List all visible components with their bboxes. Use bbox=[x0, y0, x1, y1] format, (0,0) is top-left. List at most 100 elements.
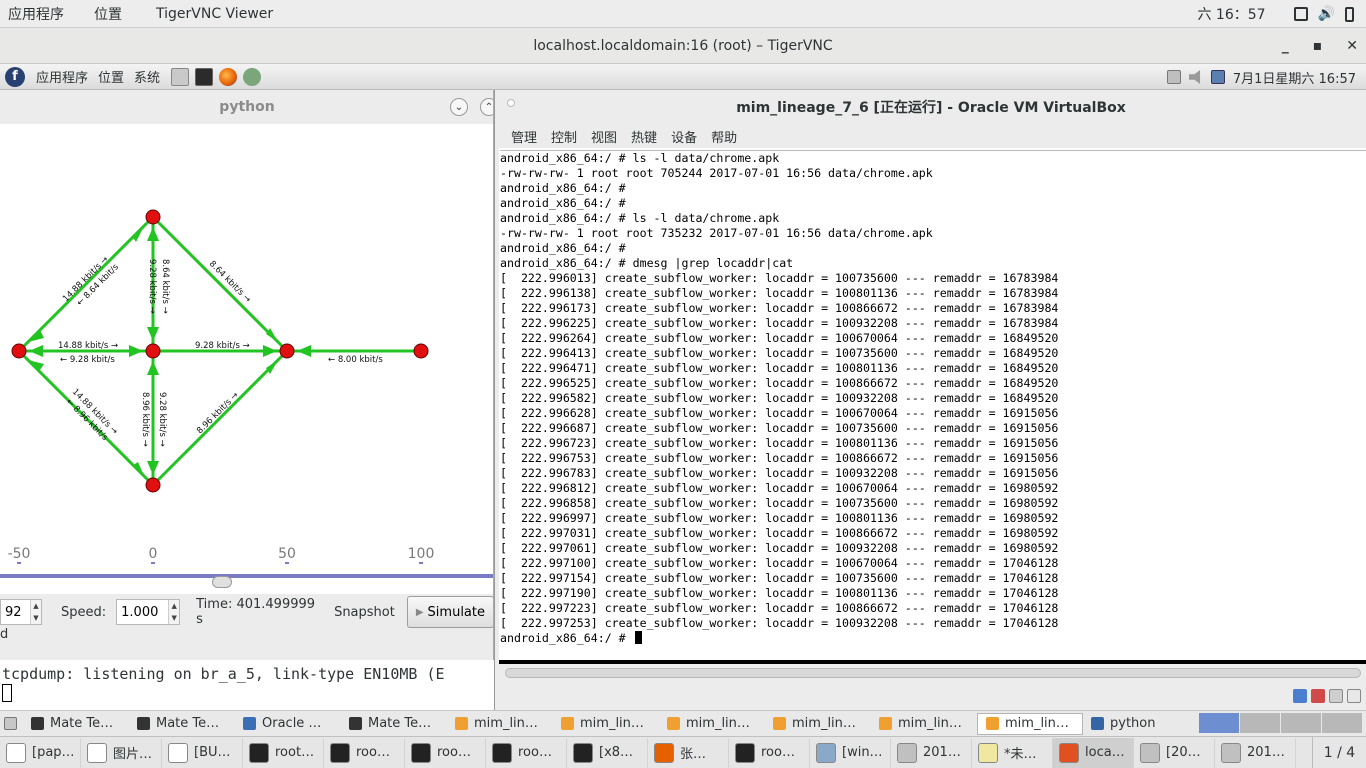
workspace-1[interactable] bbox=[1199, 713, 1239, 733]
applications-menu[interactable]: 应用程序 bbox=[0, 4, 72, 24]
chevron-down-icon[interactable]: ⌄ bbox=[450, 98, 468, 116]
firefox-launcher-icon[interactable] bbox=[219, 67, 238, 86]
taskbar-item[interactable]: Oracle … bbox=[235, 713, 341, 735]
guest-console[interactable]: android_x86_64:/ # ls -l data/chrome.apk… bbox=[499, 148, 1366, 660]
maximize-button[interactable]: ▪ bbox=[1313, 38, 1323, 54]
image-viewer-icon bbox=[1221, 742, 1241, 763]
speed-spinbox[interactable]: ▲▼ bbox=[116, 599, 181, 625]
partial-spinbox-input[interactable] bbox=[1, 600, 30, 624]
horizontal-scrollbar[interactable] bbox=[499, 664, 1366, 682]
host-taskbar-item[interactable]: [win… bbox=[810, 737, 891, 768]
host-taskbar-item[interactable]: 201… bbox=[891, 737, 972, 768]
zoom-slider-handle[interactable] bbox=[212, 576, 232, 588]
host-taskbar-item[interactable]: roo… bbox=[405, 737, 486, 768]
host-taskbar-item[interactable]: [x8… bbox=[567, 737, 648, 768]
host-key-icon[interactable] bbox=[1347, 689, 1361, 703]
network-tool-icon[interactable] bbox=[243, 67, 262, 86]
screen-icon[interactable] bbox=[1293, 7, 1308, 21]
spin-arrows-icon[interactable]: ▲ ▼ bbox=[30, 600, 41, 624]
vnc-icon bbox=[1059, 742, 1079, 763]
taskbar-item-label: mim_lin… bbox=[474, 716, 538, 731]
host-taskbar-item[interactable]: 201… bbox=[1215, 737, 1296, 768]
partial-spinbox[interactable]: ▲▼ bbox=[0, 599, 42, 625]
window-list-items: Mate Te… Mate Te… Oracle … Mate Te… mim_lin…… bbox=[23, 712, 1189, 735]
arrowhead bbox=[28, 330, 44, 342]
volume-icon[interactable] bbox=[1188, 70, 1201, 84]
keyboard-icon[interactable] bbox=[1166, 70, 1181, 84]
host-taskbar-item[interactable]: loca… bbox=[1053, 737, 1134, 768]
network-icon[interactable] bbox=[1210, 70, 1225, 84]
taskbar-item[interactable]: Mate Te… bbox=[23, 713, 129, 735]
simulate-button[interactable]: ▶ Simulate bbox=[406, 596, 493, 628]
taskbar-item[interactable]: mim_lin… bbox=[765, 713, 871, 735]
host-taskbar-item[interactable]: roo… bbox=[486, 737, 567, 768]
edge-label: 8.64 kbit/s → bbox=[160, 259, 170, 314]
remote-datetime[interactable]: 7月1日星期六 16:57 bbox=[1233, 68, 1356, 87]
close-button[interactable]: ✕ bbox=[1346, 38, 1358, 54]
show-desktop-icon[interactable] bbox=[4, 717, 17, 730]
menu-view[interactable]: 视图 bbox=[591, 127, 617, 146]
remote-system-menu[interactable]: 系统 bbox=[129, 67, 165, 86]
terminal-launcher-icon[interactable] bbox=[195, 67, 214, 86]
volume-icon[interactable]: 🔊 bbox=[1318, 6, 1335, 22]
host-taskbar-item[interactable]: [20… bbox=[1134, 737, 1215, 768]
taskbar-item-label: mim_lin… bbox=[686, 716, 750, 731]
workspace-2[interactable] bbox=[1240, 713, 1280, 733]
simulate-label: Simulate bbox=[427, 604, 485, 620]
battery-icon[interactable] bbox=[1345, 6, 1354, 22]
node-far-right bbox=[413, 343, 429, 359]
network-status-icon[interactable] bbox=[1293, 689, 1307, 703]
console-line: [ 222.996173] create_subflow_worker: loc… bbox=[500, 301, 1059, 315]
clock[interactable]: 六 16：57 bbox=[1197, 4, 1265, 24]
menu-manage[interactable]: 管理 bbox=[511, 127, 537, 146]
host-taskbar-item[interactable]: 图片… bbox=[81, 737, 162, 768]
remote-places-menu[interactable]: 位置 bbox=[93, 67, 129, 86]
places-menu[interactable]: 位置 bbox=[72, 4, 130, 24]
taskbar-item[interactable]: mim_lin… bbox=[871, 713, 977, 735]
taskbar-item[interactable]: mim_lin… bbox=[553, 713, 659, 735]
workspace-switcher[interactable] bbox=[1199, 713, 1362, 735]
vnc-window-title: localhost.localdomain:16 (root) – TigerV… bbox=[533, 37, 833, 54]
minimize-button[interactable]: _ bbox=[1282, 38, 1289, 54]
display-status-icon[interactable] bbox=[1329, 689, 1343, 703]
chevron-up-icon[interactable]: ⌃ bbox=[480, 98, 493, 116]
host-taskbar-item-label: root… bbox=[275, 745, 315, 760]
console-line: android_x86_64:/ # bbox=[500, 241, 626, 255]
host-taskbar-item[interactable]: roo… bbox=[324, 737, 405, 768]
axis-tick-label: 0 bbox=[149, 546, 158, 562]
menu-help[interactable]: 帮助 bbox=[711, 127, 737, 146]
host-taskbar-item[interactable]: [pap… bbox=[0, 737, 81, 768]
taskbar-item[interactable]: mim_lin… bbox=[659, 713, 765, 735]
active-app-name[interactable]: TigerVNC Viewer bbox=[130, 6, 285, 22]
host-taskbar-item[interactable]: [BU… bbox=[162, 737, 243, 768]
spin-arrows-icon[interactable]: ▲ ▼ bbox=[168, 600, 180, 624]
menu-control[interactable]: 控制 bbox=[551, 127, 577, 146]
menu-devices[interactable]: 设备 bbox=[671, 127, 697, 146]
file-manager-icon[interactable] bbox=[171, 67, 190, 86]
remote-applications-menu[interactable]: 应用程序 bbox=[31, 67, 93, 86]
terminal-strip[interactable]: tcpdump: listening on br_a_5, link-type … bbox=[0, 660, 496, 710]
host-taskbar-item[interactable]: 张… bbox=[648, 737, 729, 768]
workspace-pager[interactable]: 1 / 4 bbox=[1312, 737, 1366, 768]
console-line: android_x86_64:/ # bbox=[500, 181, 626, 195]
taskbar-item[interactable]: Mate Te… bbox=[129, 713, 235, 735]
host-taskbar-item[interactable]: root… bbox=[243, 737, 324, 768]
fedora-logo-icon[interactable]: f bbox=[5, 66, 25, 87]
usb-status-icon[interactable] bbox=[1311, 689, 1325, 703]
edge-label: 9.28 kbit/s → bbox=[195, 341, 250, 351]
scrollbar-thumb[interactable] bbox=[505, 668, 1361, 678]
topology-canvas[interactable]: 14.88 kbit/s → ← 8.64 kbit/s 8.64 kbit/s… bbox=[0, 124, 494, 564]
menu-hotkeys[interactable]: 热键 bbox=[631, 127, 657, 146]
taskbar-item[interactable]: mim_lin… bbox=[447, 713, 553, 735]
workspace-4[interactable] bbox=[1322, 713, 1362, 733]
snapshot-button[interactable]: Snapshot bbox=[334, 605, 395, 620]
host-taskbar-item[interactable]: *未… bbox=[972, 737, 1053, 768]
taskbar-item[interactable]: Mate Te… bbox=[341, 713, 447, 735]
speed-input[interactable] bbox=[117, 600, 169, 624]
host-taskbar-item[interactable]: roo… bbox=[729, 737, 810, 768]
zoom-slider-track[interactable] bbox=[0, 574, 493, 578]
workspace-3[interactable] bbox=[1281, 713, 1321, 733]
taskbar-item[interactable]: python bbox=[1083, 713, 1189, 735]
terminal-icon bbox=[735, 742, 755, 763]
taskbar-item[interactable]: mim_lin… bbox=[977, 712, 1083, 735]
